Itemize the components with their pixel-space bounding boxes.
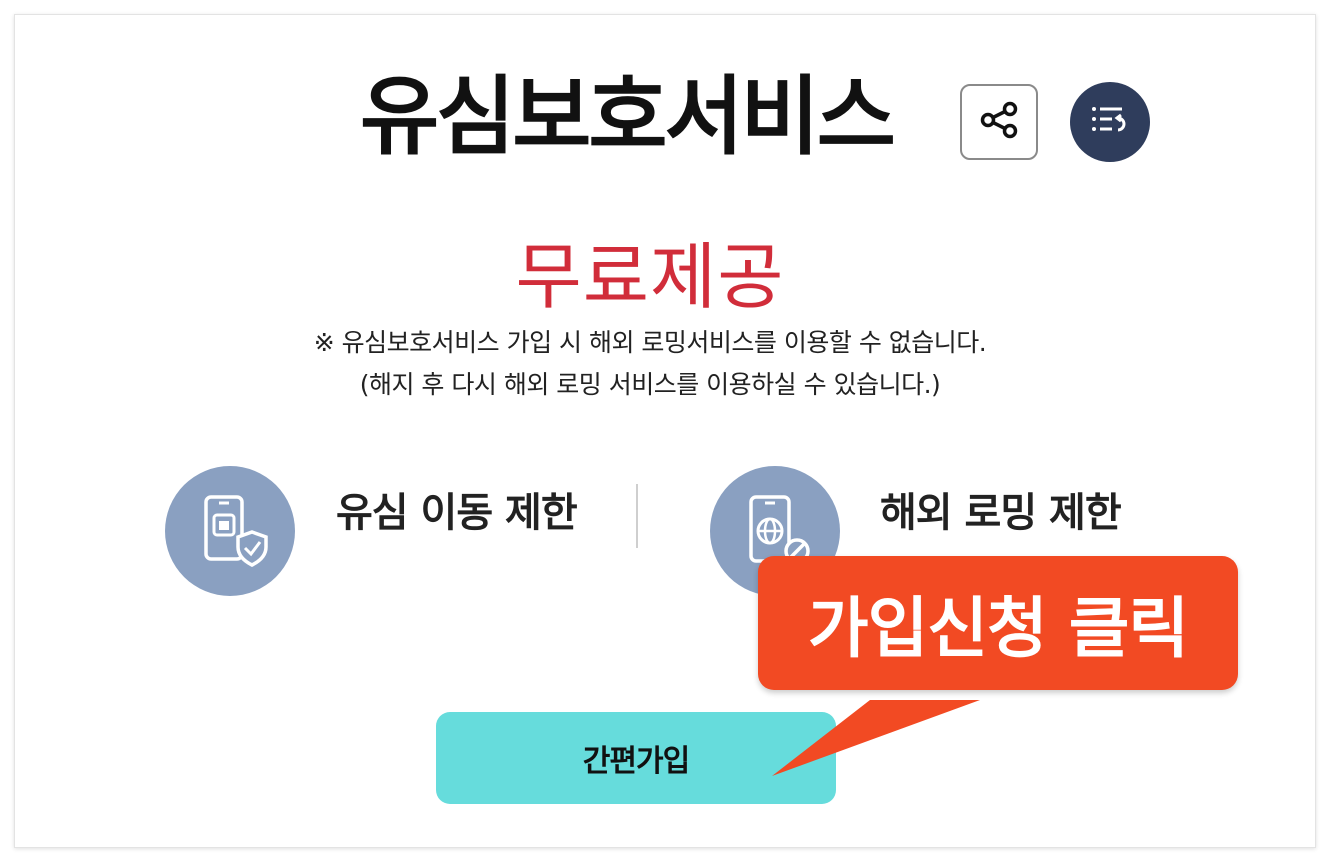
feature-divider xyxy=(636,484,638,548)
list-return-button[interactable] xyxy=(1070,82,1150,162)
phone-shield-icon xyxy=(165,466,295,596)
free-label: 무료제공 xyxy=(515,235,785,319)
share-icon xyxy=(977,98,1021,146)
page-title: 유심보호서비스 xyxy=(360,67,896,167)
feature-label-sim-move: 유심 이동 제한 xyxy=(336,490,578,536)
feature-label-roaming: 해외 로밍 제한 xyxy=(880,490,1122,536)
notice-line-1: ※ 유심보호서비스 가입 시 해외 로밍서비스를 이용할 수 없습니다. xyxy=(313,328,987,357)
list-return-icon xyxy=(1088,100,1132,144)
notice-line-2: (해지 후 다시 해외 로밍 서비스를 이용하실 수 있습니다.) xyxy=(359,370,941,399)
join-button[interactable]: 간편가입 xyxy=(436,712,836,804)
share-button[interactable] xyxy=(960,84,1038,160)
callout-bubble: 가입신청 클릭 xyxy=(758,556,1238,690)
